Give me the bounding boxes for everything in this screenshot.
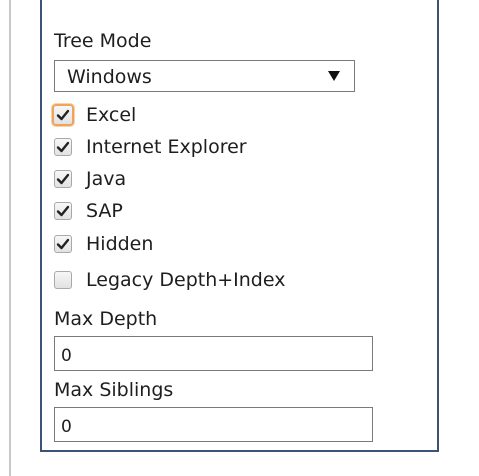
checkbox-row-excel[interactable]: Excel — [52, 100, 392, 130]
legacy-depth-index-checkbox[interactable] — [54, 271, 72, 289]
check-icon — [56, 238, 70, 250]
tree-settings-panel: Tree Mode Windows Excel Internet Explore… — [40, 0, 439, 452]
checkbox-row-internet-explorer[interactable]: Internet Explorer — [52, 132, 392, 162]
internet-explorer-label: Internet Explorer — [86, 136, 247, 158]
sap-label: SAP — [86, 200, 123, 222]
checkbox-row-java[interactable]: Java — [52, 164, 392, 194]
tree-mode-selected-value: Windows — [67, 66, 152, 88]
max-siblings-label: Max Siblings — [54, 379, 174, 401]
settings-stage: Tree Mode Windows Excel Internet Explore… — [0, 0, 479, 476]
java-checkbox[interactable] — [54, 170, 72, 188]
max-depth-label: Max Depth — [54, 308, 158, 330]
sap-checkbox[interactable] — [54, 202, 72, 220]
checkbox-row-legacy-depth-index[interactable]: Legacy Depth+Index — [52, 265, 392, 295]
check-icon — [56, 173, 70, 185]
tree-mode-label: Tree Mode — [54, 30, 152, 52]
check-icon — [56, 141, 70, 153]
check-icon — [56, 109, 70, 121]
check-icon — [56, 205, 70, 217]
checkbox-row-hidden[interactable]: Hidden — [52, 229, 392, 259]
tree-mode-select[interactable]: Windows — [54, 60, 355, 92]
chevron-down-icon — [328, 71, 340, 81]
left-divider — [9, 0, 11, 476]
excel-label: Excel — [86, 104, 137, 126]
legacy-depth-index-label: Legacy Depth+Index — [86, 269, 286, 291]
max-depth-input[interactable] — [54, 336, 373, 371]
checkbox-row-sap[interactable]: SAP — [52, 196, 392, 226]
max-siblings-input[interactable] — [54, 407, 373, 442]
java-label: Java — [86, 168, 127, 190]
excel-checkbox[interactable] — [52, 104, 74, 126]
hidden-label: Hidden — [86, 233, 154, 255]
internet-explorer-checkbox[interactable] — [54, 138, 72, 156]
hidden-checkbox[interactable] — [54, 235, 72, 253]
